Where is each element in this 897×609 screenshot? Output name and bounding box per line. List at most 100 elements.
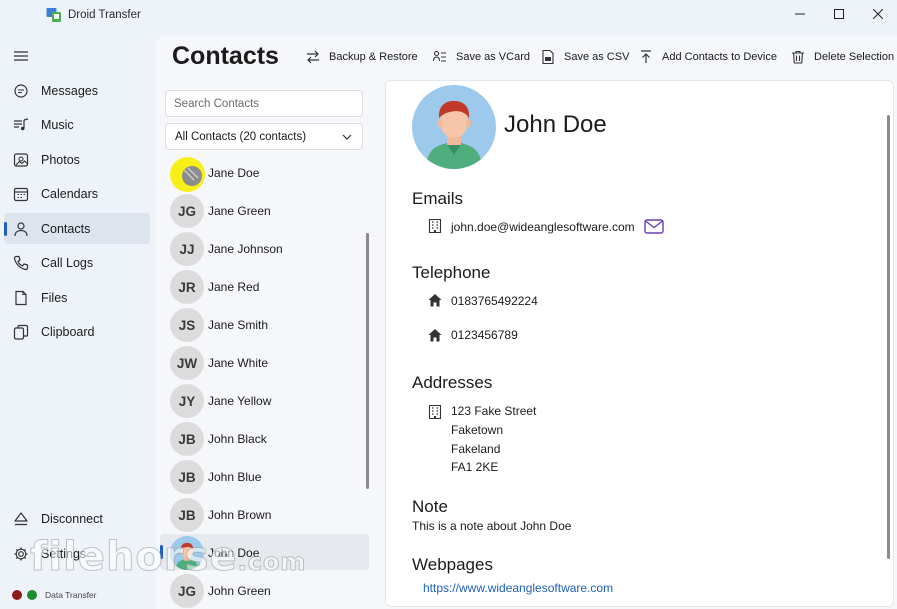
photos-icon [13, 152, 29, 167]
save-vcard-button[interactable]: Save as VCard [433, 46, 530, 68]
contact-name: Jane Red [208, 280, 260, 294]
person-avatar-icon [426, 100, 482, 169]
contact-name: Jane Doe [208, 166, 260, 180]
sidebar-item-photos[interactable]: Photos [4, 144, 150, 175]
address-line: 123 Fake Street [451, 404, 537, 418]
contact-list-scrollbar[interactable] [366, 233, 369, 489]
sidebar-item-calendars[interactable]: Calendars [4, 178, 150, 209]
contact-name: Jane Smith [208, 318, 269, 332]
detail-scrollbar[interactable] [887, 115, 890, 559]
contact-photo-icon [182, 166, 202, 186]
phone-number[interactable]: 0183765492224 [451, 294, 538, 308]
contacts-filter-dropdown[interactable]: All Contacts (20 contacts) [165, 123, 363, 150]
avatar: JB [170, 498, 204, 532]
maximize-button[interactable] [819, 0, 859, 28]
disconnect-button[interactable]: Disconnect [4, 503, 150, 534]
phone-icon [13, 255, 29, 270]
contact-name: Jane White [208, 356, 269, 370]
avatar: JB [170, 460, 204, 494]
connection-status: Data Transfer [12, 590, 97, 600]
trash-icon [792, 50, 804, 64]
contact-name: John Green [208, 584, 271, 598]
save-csv-label: Save as CSV [564, 51, 630, 63]
send-email-icon[interactable] [644, 219, 664, 234]
sidebar-item-call-logs[interactable]: Call Logs [4, 247, 150, 278]
sidebar-item-messages[interactable]: Messages [4, 75, 150, 106]
app-title: Droid Transfer [68, 9, 141, 21]
building-icon [428, 405, 442, 419]
eject-icon [14, 511, 28, 525]
address-line: Fakeland [451, 442, 501, 456]
phone-number[interactable]: 0123456789 [451, 328, 518, 342]
home-icon [428, 329, 442, 342]
chevron-down-icon [342, 134, 352, 140]
search-input[interactable] [165, 90, 363, 117]
building-icon [428, 219, 442, 233]
upload-arrow-icon [641, 50, 651, 63]
disconnect-label: Disconnect [41, 511, 103, 526]
webpage-link[interactable]: https://www.wideanglesoftware.com [423, 581, 613, 595]
note-heading: Note [412, 497, 448, 516]
contact-name: John Brown [208, 508, 272, 522]
save-vcard-label: Save as VCard [456, 51, 530, 63]
watermark-logo: filehorse.com [30, 534, 306, 581]
avatar: JJ [170, 232, 204, 266]
status-dot-green [27, 590, 37, 600]
avatar [170, 156, 204, 190]
backup-restore-button[interactable]: Backup & Restore [306, 46, 418, 68]
music-icon [14, 117, 29, 130]
address-line: FA1 2KE [451, 460, 499, 474]
minimize-button[interactable] [780, 0, 820, 28]
telephone-heading: Telephone [412, 263, 491, 282]
sidebar-item-files[interactable]: Files [4, 282, 150, 313]
add-contacts-button[interactable]: Add Contacts to Device [639, 46, 777, 68]
status-dot-red [12, 590, 22, 600]
calendar-icon [13, 187, 29, 201]
avatar: JR [170, 270, 204, 304]
contact-row[interactable]: JB John Blue [160, 458, 369, 494]
avatar: JB [170, 422, 204, 456]
avatar: JS [170, 308, 204, 342]
sidebar-item-label: Music [41, 117, 74, 132]
contact-name: Jane Yellow [208, 394, 272, 408]
file-icon [15, 290, 27, 305]
maximize-icon [834, 9, 844, 19]
filter-selected: All Contacts (20 contacts) [175, 130, 307, 143]
contact-row[interactable]: JW Jane White [160, 344, 369, 380]
sidebar-item-clipboard[interactable]: Clipboard [4, 316, 150, 347]
sidebar-item-label: Photos [41, 152, 80, 167]
contact-row[interactable]: JB John Brown [160, 496, 369, 532]
contact-name: John Black [208, 432, 267, 446]
close-button[interactable] [858, 0, 897, 28]
contact-row[interactable]: JJ Jane Johnson [160, 230, 369, 266]
vcard-icon [433, 50, 446, 62]
backup-restore-label: Backup & Restore [329, 51, 418, 63]
contact-row[interactable]: JY Jane Yellow [160, 382, 369, 418]
csv-file-icon [542, 50, 554, 64]
delete-selection-label: Delete Selection [814, 51, 895, 63]
email-address[interactable]: john.doe@wideanglesoftware.com [451, 220, 635, 234]
contacts-icon [14, 221, 28, 236]
sidebar-item-label: Clipboard [41, 324, 95, 339]
title-bar: Droid Transfer [0, 0, 897, 32]
swap-arrows-icon [307, 50, 319, 64]
home-icon [428, 294, 442, 307]
hamburger-menu-icon[interactable] [12, 48, 30, 64]
contact-row[interactable]: JG Jane Green [160, 192, 369, 228]
sidebar-item-label: Contacts [41, 221, 91, 236]
status-label: Data Transfer [45, 590, 97, 600]
contact-row[interactable]: JB John Black [160, 420, 369, 456]
avatar: JG [170, 194, 204, 228]
contact-row[interactable]: JR Jane Red [160, 268, 369, 304]
save-csv-button[interactable]: Save as CSV [541, 46, 629, 68]
contact-name: John Blue [208, 470, 262, 484]
sidebar-item-music[interactable]: Music [4, 109, 150, 140]
delete-selection-button[interactable]: Delete Selection [791, 46, 894, 68]
contact-full-name: John Doe [504, 111, 607, 138]
contact-row-jane-doe[interactable]: Jane Doe [160, 154, 369, 190]
sidebar-item-contacts[interactable]: Contacts [4, 213, 150, 244]
contact-row[interactable]: JS Jane Smith [160, 306, 369, 342]
close-icon [873, 9, 883, 19]
gear-icon [14, 547, 28, 560]
clipboard-icon [13, 324, 29, 340]
